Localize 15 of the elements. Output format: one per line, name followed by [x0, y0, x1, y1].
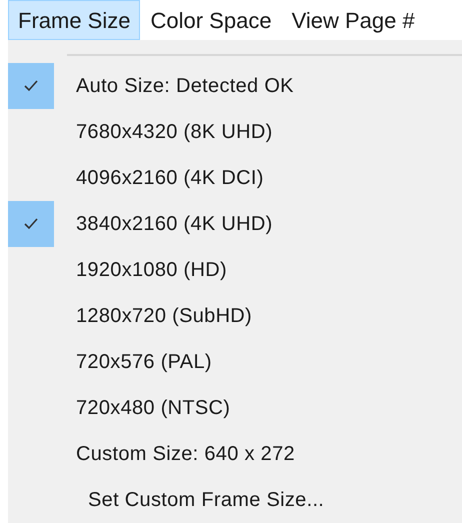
menu-item[interactable]: Auto Size: Detected OK [76, 71, 294, 101]
menu-item[interactable]: 1920x1080 (HD) [76, 255, 227, 285]
menu-item[interactable]: 3840x2160 (4K UHD) [76, 209, 273, 239]
menu-tab[interactable]: Color Space [140, 0, 282, 40]
menu-item[interactable]: Set Custom Frame Size... [88, 485, 324, 515]
menu-item[interactable]: 720x576 (PAL) [76, 347, 212, 377]
check-icon [24, 218, 38, 230]
menu-item[interactable]: 4096x2160 (4K DCI) [76, 163, 264, 193]
menu-item[interactable]: Custom Size: 640 x 272 [76, 439, 295, 469]
menu-tab[interactable]: Frame Size [8, 0, 140, 40]
menu-item[interactable]: 1280x720 (SubHD) [76, 301, 252, 331]
menu-tab[interactable]: View Page # [282, 0, 425, 40]
menu-item[interactable]: 7680x4320 (8K UHD) [76, 117, 273, 147]
menu-item[interactable]: 720x480 (NTSC) [76, 393, 230, 423]
check-icon [24, 80, 38, 92]
